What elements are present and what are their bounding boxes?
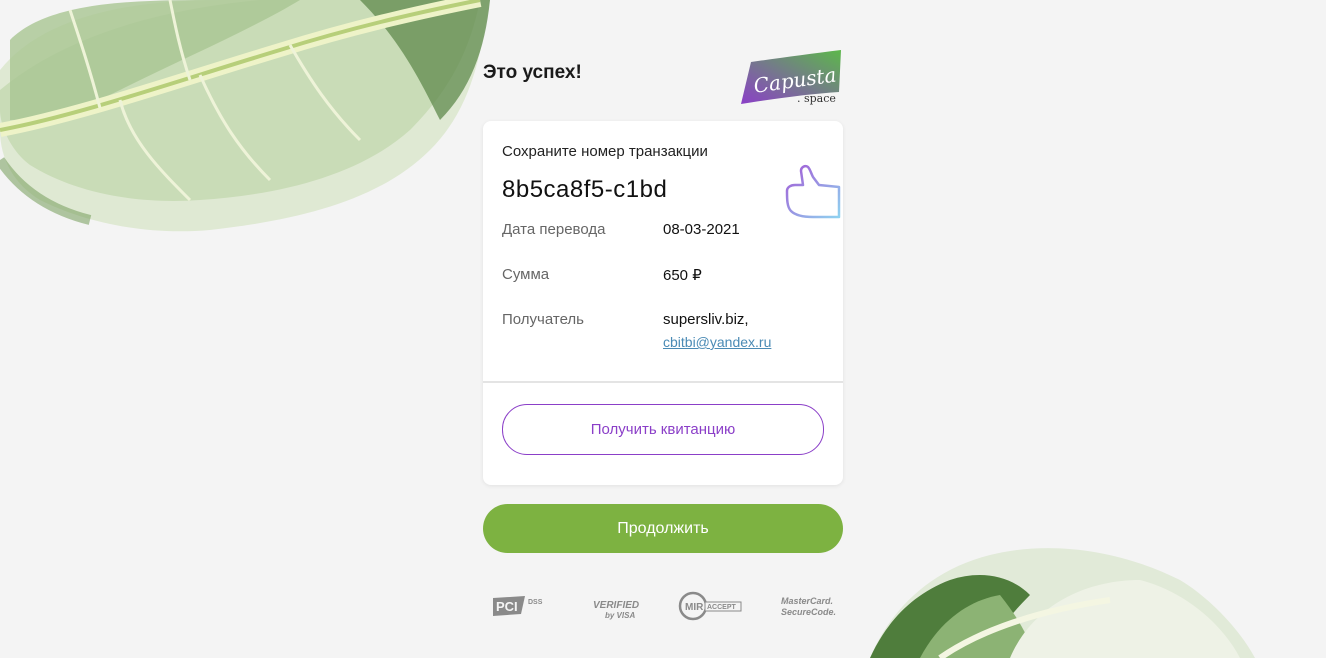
cabbage-leaf-image: [0, 0, 490, 232]
payment-security-badges: PCI DSS VERIFIED by VISA MIR ACCEPT Mast…: [483, 588, 843, 624]
mastercard-securecode-badge: MasterCard. SecureCode.: [781, 596, 836, 617]
logo-suffix: . space: [797, 92, 836, 105]
recipient-label: Получатель: [502, 311, 584, 328]
svg-text:DSS: DSS: [528, 599, 543, 606]
amount-value: 650 ₽: [663, 267, 702, 284]
svg-text:SecureCode.: SecureCode.: [781, 607, 836, 617]
capusta-logo: Capusta . space: [739, 48, 843, 108]
card-divider: [483, 381, 843, 383]
transfer-date-label: Дата перевода: [502, 221, 606, 238]
continue-button[interactable]: Продолжить: [483, 504, 843, 553]
pci-dss-badge: PCI DSS: [493, 596, 543, 616]
transfer-date-value: 08-03-2021: [663, 221, 740, 238]
svg-text:VERIFIED: VERIFIED: [593, 600, 639, 611]
verified-by-visa-badge: VERIFIED by VISA: [593, 600, 639, 620]
svg-text:MasterCard.: MasterCard.: [781, 596, 833, 606]
svg-text:PCI: PCI: [496, 599, 518, 614]
thumbs-up-icon: [785, 164, 841, 219]
page-title: Это успех!: [483, 62, 582, 83]
svg-text:ACCEPT: ACCEPT: [707, 604, 737, 611]
transaction-card: Сохраните номер транзакции 8b5ca8f5-c1bd…: [483, 121, 843, 485]
recipient-name: supersliv.biz,: [663, 311, 749, 328]
svg-text:MIR: MIR: [685, 602, 704, 613]
amount-label: Сумма: [502, 266, 550, 283]
save-transaction-label: Сохраните номер транзакции: [502, 143, 708, 160]
svg-text:by VISA: by VISA: [605, 611, 635, 620]
get-receipt-button[interactable]: Получить квитанцию: [502, 404, 824, 455]
cabbage-leaf-image: [870, 548, 1255, 658]
recipient-email-link[interactable]: cbitbi@yandex.ru: [663, 334, 771, 350]
transaction-id: 8b5ca8f5-c1bd: [502, 176, 668, 203]
recipient-value: supersliv.biz, cbitbi@yandex.ru: [663, 311, 771, 350]
mir-accept-badge: MIR ACCEPT: [678, 591, 742, 621]
